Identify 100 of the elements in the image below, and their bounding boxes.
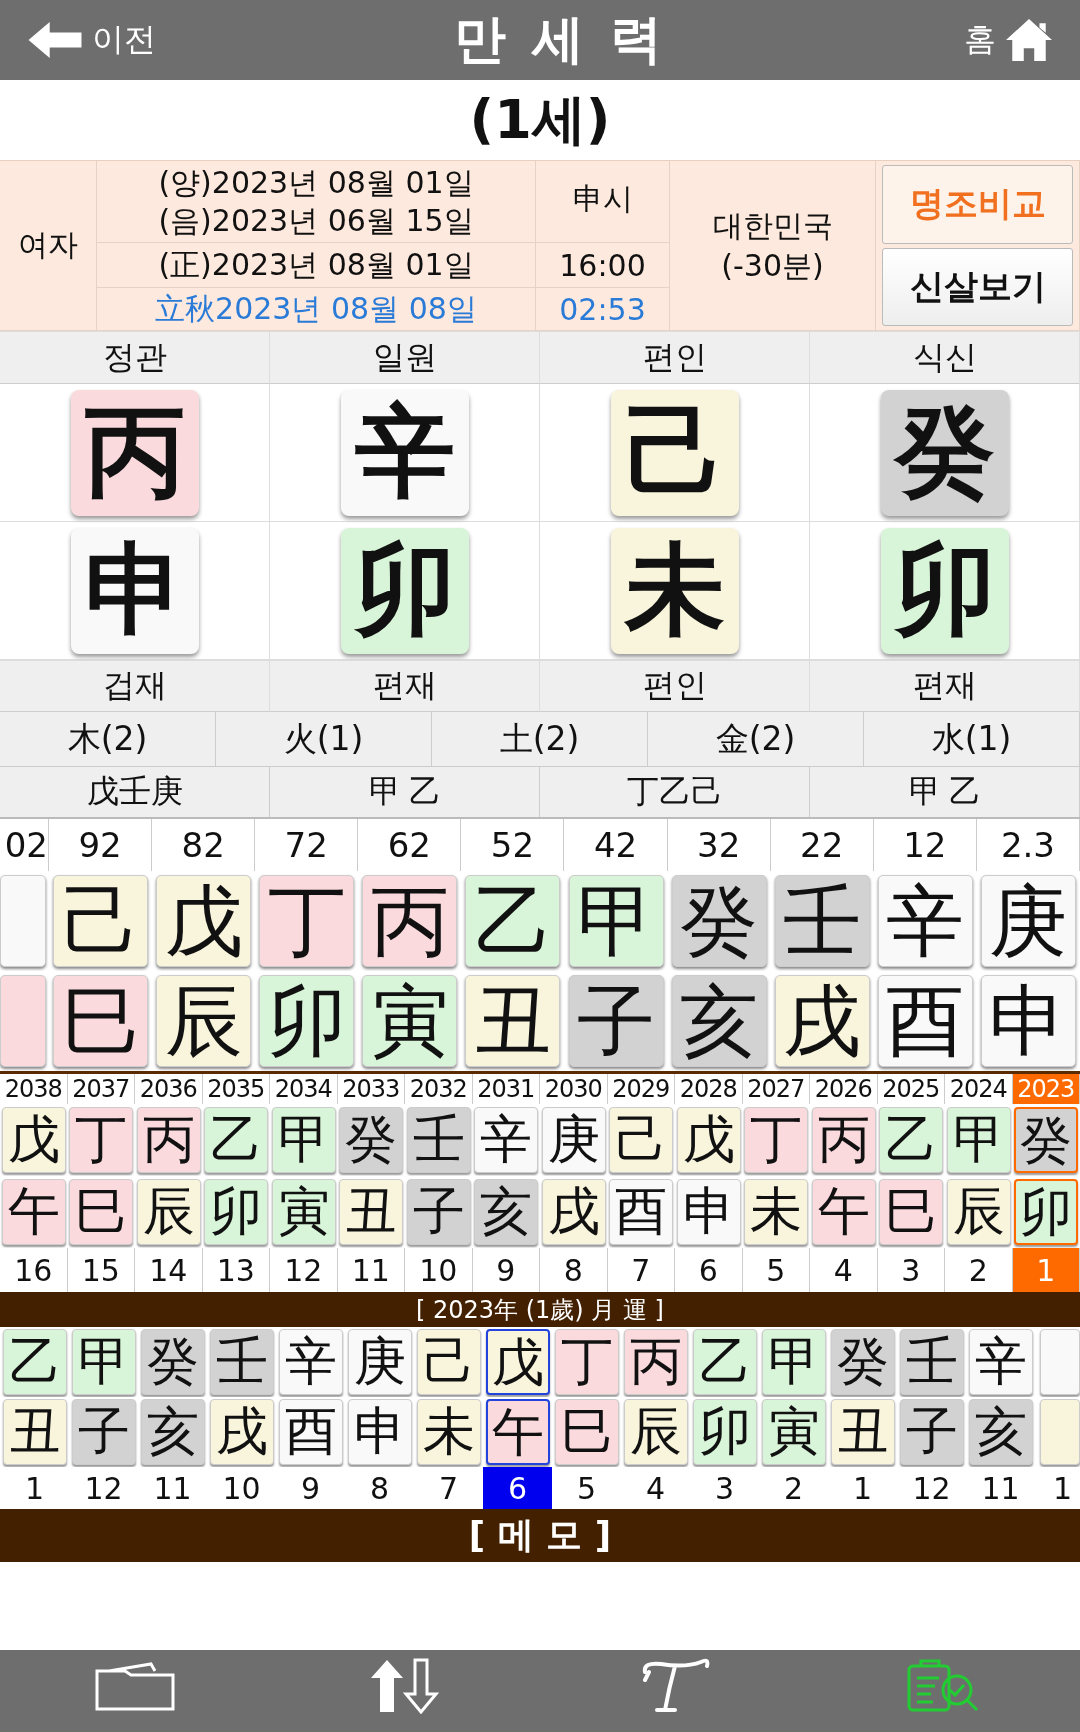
stem-tile[interactable]: 庚 bbox=[541, 1107, 606, 1173]
stem-tile[interactable]: 丁 bbox=[554, 1329, 619, 1395]
stem-tile[interactable]: 甲 bbox=[946, 1107, 1011, 1173]
branch-tile[interactable]: 午 bbox=[485, 1399, 550, 1465]
branch-tile[interactable]: 巳 bbox=[554, 1399, 619, 1465]
year-label[interactable]: 2035 bbox=[202, 1074, 270, 1104]
branch-tile[interactable]: 申 bbox=[980, 975, 1076, 1067]
branch-tile[interactable]: 亥 bbox=[140, 1399, 205, 1465]
branch-tile[interactable]: 辰 bbox=[623, 1399, 688, 1465]
branch-tile[interactable]: 子 bbox=[406, 1179, 471, 1245]
stem-tile[interactable]: 丙 bbox=[811, 1107, 876, 1173]
stem-tile[interactable]: 癸 bbox=[339, 1107, 404, 1173]
branch-tile[interactable]: 午 bbox=[1, 1179, 66, 1245]
stem-tile[interactable]: 辛 bbox=[278, 1329, 343, 1395]
stem-tile[interactable]: 壬 bbox=[406, 1107, 471, 1173]
stem-tile[interactable]: 辛 bbox=[474, 1107, 539, 1173]
stem-tile[interactable]: 丁 bbox=[744, 1107, 809, 1173]
stem-tile[interactable]: 丙 bbox=[136, 1107, 201, 1173]
month-number[interactable]: 1 bbox=[828, 1467, 897, 1509]
year-label[interactable]: 2025 bbox=[877, 1074, 945, 1104]
stem-tile[interactable]: 壬 bbox=[209, 1329, 274, 1395]
year-label[interactable]: 2037 bbox=[67, 1074, 135, 1104]
month-number[interactable]: 8 bbox=[345, 1467, 414, 1509]
branch-tile[interactable]: 午 bbox=[811, 1179, 876, 1245]
stem-tile[interactable]: 庚 bbox=[980, 875, 1076, 967]
home-button[interactable]: 홈 bbox=[964, 18, 1052, 62]
branch-tile[interactable]: 子 bbox=[71, 1399, 136, 1465]
stem-tile[interactable]: 甲 bbox=[761, 1329, 826, 1395]
branch-tile[interactable]: 丑 bbox=[465, 975, 561, 1067]
branch-tile[interactable]: 巳 bbox=[879, 1179, 944, 1245]
branch-tile[interactable]: 酉 bbox=[609, 1179, 674, 1245]
stem-tile[interactable]: 辛 bbox=[877, 875, 973, 967]
month-number[interactable]: 1 bbox=[0, 1467, 69, 1509]
back-button[interactable]: 이전 bbox=[28, 18, 156, 62]
year-label[interactable]: 2033 bbox=[337, 1074, 405, 1104]
branch-tile[interactable]: 亥 bbox=[671, 975, 767, 1067]
stem-tile[interactable]: 壬 bbox=[899, 1329, 964, 1395]
branch-tile[interactable]: 巳 bbox=[53, 975, 149, 1067]
year-label[interactable]: 2030 bbox=[540, 1074, 608, 1104]
stem-tile[interactable]: 戊 bbox=[1, 1107, 66, 1173]
month-number[interactable]: 10 bbox=[207, 1467, 276, 1509]
stem-tile[interactable]: 戊 bbox=[676, 1107, 741, 1173]
stem-tile[interactable]: 庚 bbox=[347, 1329, 412, 1395]
stem-tile[interactable]: 己 bbox=[609, 1107, 674, 1173]
branch-tile[interactable]: 子 bbox=[568, 975, 664, 1067]
year-label[interactable]: 2032 bbox=[405, 1074, 473, 1104]
stem-tile[interactable]: 丙 bbox=[362, 875, 458, 967]
branch-tile[interactable]: 卯 bbox=[259, 975, 355, 1067]
branch-tile[interactable]: 亥 bbox=[474, 1179, 539, 1245]
stem-tile[interactable]: 甲 bbox=[568, 875, 664, 967]
month-number[interactable]: 12 bbox=[897, 1467, 966, 1509]
month-number[interactable]: 3 bbox=[690, 1467, 759, 1509]
branch-tile[interactable]: 辰 bbox=[946, 1179, 1011, 1245]
month-number[interactable]: 5 bbox=[552, 1467, 621, 1509]
year-label[interactable]: 2031 bbox=[472, 1074, 540, 1104]
year-label[interactable]: 2028 bbox=[675, 1074, 743, 1104]
branch-tile[interactable]: 丑 bbox=[2, 1399, 67, 1465]
stem-tile[interactable]: 戊 bbox=[485, 1329, 550, 1395]
month-number[interactable]: 4 bbox=[621, 1467, 690, 1509]
stem-tile[interactable]: 丁 bbox=[69, 1107, 134, 1173]
year-label[interactable]: 2029 bbox=[607, 1074, 675, 1104]
month-number[interactable]: 12 bbox=[69, 1467, 138, 1509]
stem-tile[interactable]: 乙 bbox=[879, 1107, 944, 1173]
month-number[interactable]: 11 bbox=[966, 1467, 1035, 1509]
branch-tile[interactable]: 酉 bbox=[877, 975, 973, 1067]
branch-tile[interactable]: 亥 bbox=[968, 1399, 1033, 1465]
compare-button[interactable]: 신살보기 bbox=[882, 247, 1073, 326]
branch-tile[interactable]: 子 bbox=[899, 1399, 964, 1465]
stem-tile[interactable]: 丙 bbox=[623, 1329, 688, 1395]
branch-tile[interactable]: 未 bbox=[744, 1179, 809, 1245]
branch-tile[interactable]: 寅 bbox=[271, 1179, 336, 1245]
branch-tile[interactable]: 戌 bbox=[541, 1179, 606, 1245]
branch-tile[interactable]: 戌 bbox=[774, 975, 870, 1067]
year-label[interactable]: 2024 bbox=[945, 1074, 1013, 1104]
month-number[interactable]: 2 bbox=[759, 1467, 828, 1509]
branch-tile[interactable]: 卯 bbox=[1014, 1179, 1079, 1245]
stem-tile[interactable]: 己 bbox=[53, 875, 149, 967]
branch-tile[interactable]: 申 bbox=[347, 1399, 412, 1465]
stem-tile[interactable]: 甲 bbox=[271, 1107, 336, 1173]
branch-tile[interactable]: 酉 bbox=[278, 1399, 343, 1465]
branch-tile[interactable]: 寅 bbox=[362, 975, 458, 1067]
stem-tile[interactable]: 戊 bbox=[156, 875, 252, 967]
year-label[interactable]: 2027 bbox=[742, 1074, 810, 1104]
year-label[interactable]: 2038 bbox=[0, 1074, 68, 1104]
stem-tile[interactable]: 丁 bbox=[259, 875, 355, 967]
stem-tile[interactable]: 甲 bbox=[71, 1329, 136, 1395]
stem-tile[interactable]: 壬 bbox=[774, 875, 870, 967]
stem-tile[interactable]: 乙 bbox=[465, 875, 561, 967]
branch-tile[interactable]: 辰 bbox=[156, 975, 252, 1067]
month-number[interactable]: 11 bbox=[138, 1467, 207, 1509]
stem-tile[interactable]: 乙 bbox=[204, 1107, 269, 1173]
stem-tile[interactable]: 乙 bbox=[2, 1329, 67, 1395]
branch-tile[interactable]: 丑 bbox=[339, 1179, 404, 1245]
month-number[interactable]: 6 bbox=[483, 1467, 552, 1509]
branch-tile[interactable]: 未 bbox=[416, 1399, 481, 1465]
branch-tile[interactable]: 卯 bbox=[204, 1179, 269, 1245]
stem-tile[interactable]: 癸 bbox=[1014, 1107, 1079, 1173]
stem-tile[interactable]: 己 bbox=[416, 1329, 481, 1395]
year-label[interactable]: 2034 bbox=[270, 1074, 338, 1104]
branch-tile[interactable]: 戌 bbox=[209, 1399, 274, 1465]
